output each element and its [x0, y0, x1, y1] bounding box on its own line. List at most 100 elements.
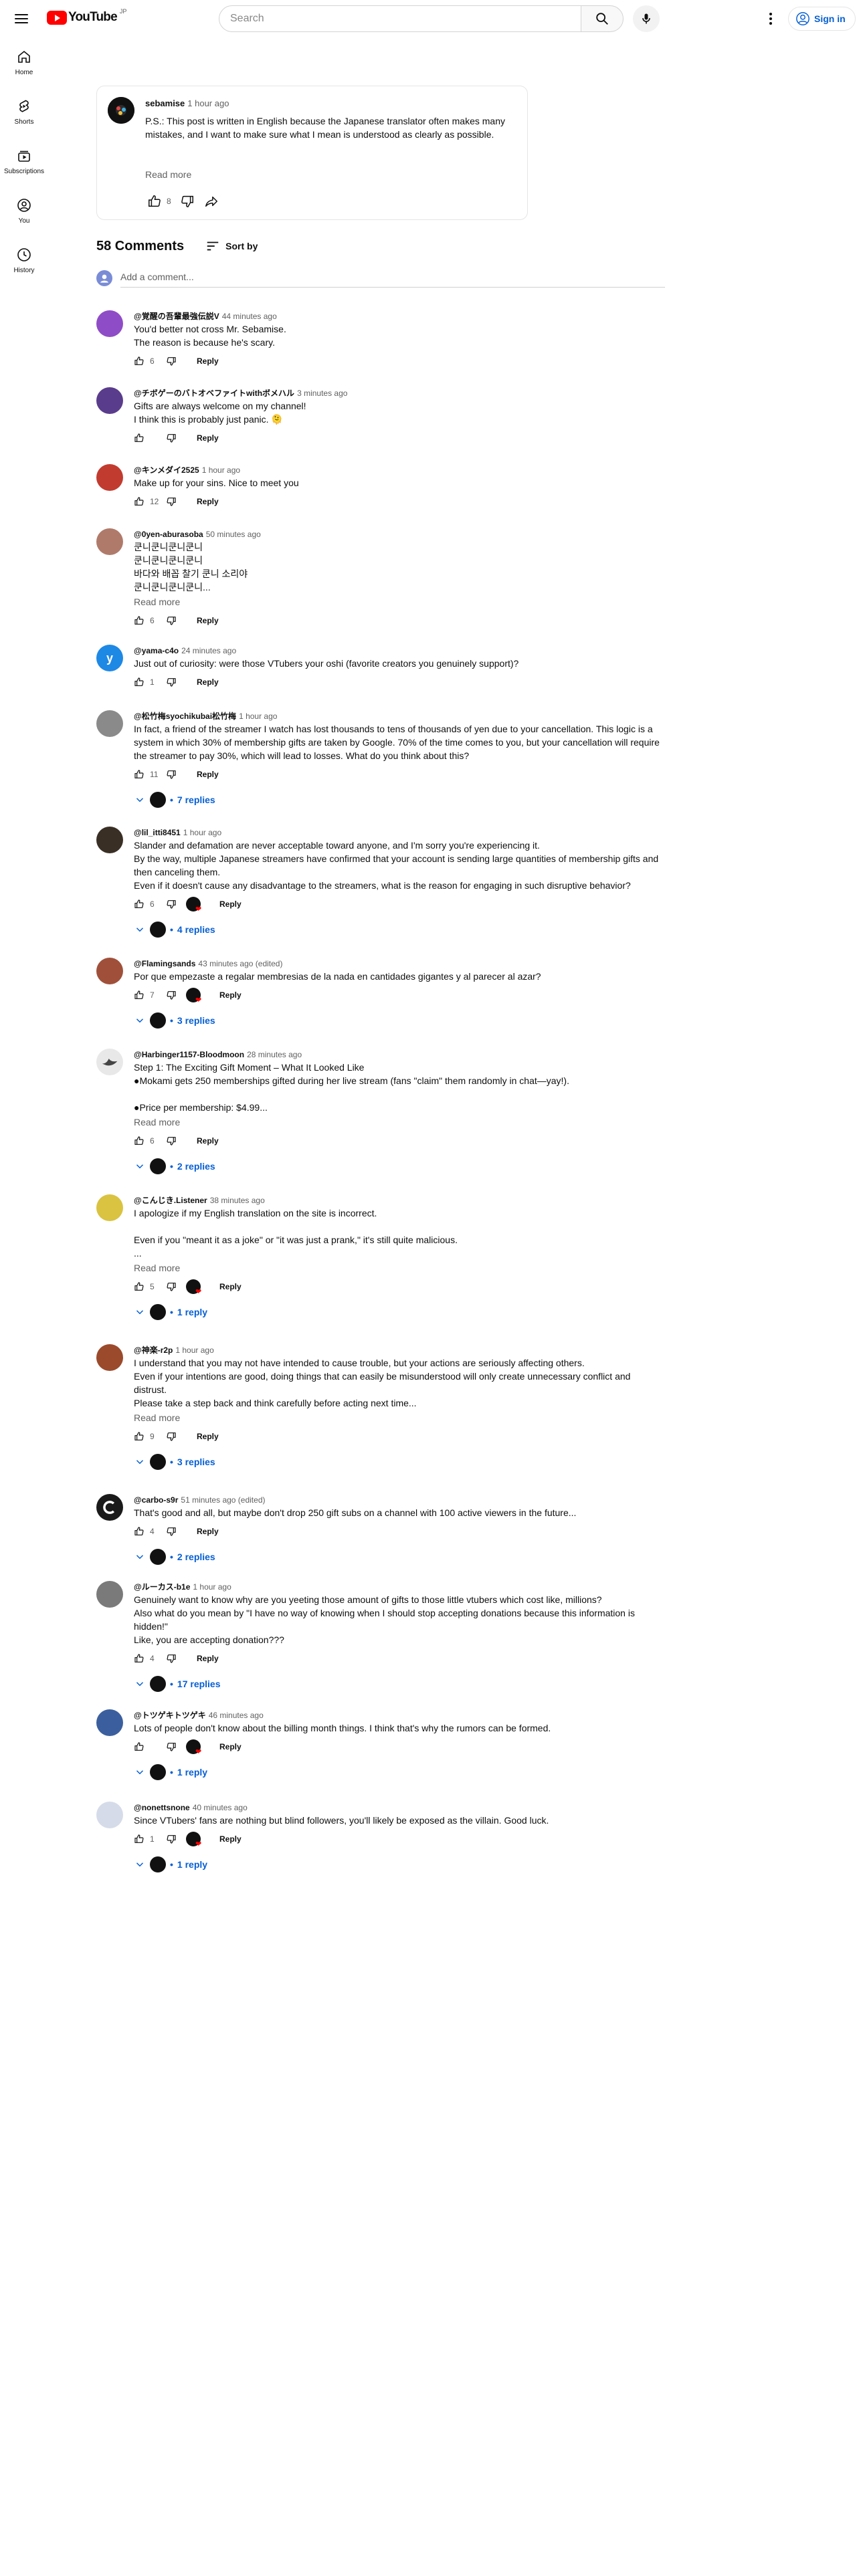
view-replies-button[interactable]: • 4 replies [134, 918, 665, 942]
comment-avatar[interactable] [96, 1802, 123, 1828]
comment-time[interactable]: 3 minutes ago [297, 389, 347, 398]
youtube-logo[interactable]: YouTube JP [47, 8, 126, 25]
dislike-button[interactable] [166, 1736, 182, 1757]
comment-time[interactable]: 1 hour ago [175, 1346, 213, 1355]
comment-time[interactable]: 43 minutes ago (edited) [198, 959, 282, 968]
reply-button[interactable]: Reply [191, 1428, 224, 1445]
like-button[interactable] [134, 1130, 150, 1152]
comment-time[interactable]: 28 minutes ago [247, 1050, 302, 1059]
dislike-button[interactable] [166, 610, 182, 631]
reply-button[interactable]: Reply [191, 612, 224, 629]
comment-author[interactable]: @神楽-r2p [134, 1346, 173, 1355]
reply-button[interactable]: Reply [214, 1738, 247, 1755]
dislike-button[interactable] [166, 1828, 182, 1850]
comment-avatar[interactable] [96, 1344, 123, 1371]
comment-time[interactable]: 1 hour ago [193, 1582, 231, 1592]
guide-item-history[interactable]: History [0, 235, 48, 285]
post-author-avatar[interactable] [108, 97, 134, 124]
read-more-button[interactable]: Read more [134, 595, 665, 609]
guide-item-shorts[interactable]: Shorts [0, 87, 48, 136]
view-replies-button[interactable]: • 3 replies [134, 1450, 665, 1474]
comment-avatar[interactable] [96, 827, 123, 853]
dislike-button[interactable] [166, 1130, 182, 1152]
dislike-button[interactable] [166, 491, 182, 512]
dislike-button[interactable] [166, 427, 182, 449]
post-share-button[interactable] [199, 189, 223, 213]
comment-author[interactable]: @carbo-s9r [134, 1495, 178, 1505]
comment-author[interactable]: @ルーカス-b1e [134, 1582, 190, 1592]
comment-author[interactable]: @トツゲキトツゲキ [134, 1711, 206, 1720]
dislike-button[interactable] [166, 764, 182, 785]
search-button[interactable] [581, 5, 624, 32]
settings-menu-button[interactable] [763, 11, 779, 27]
reply-button[interactable]: Reply [191, 1523, 224, 1540]
comment-time[interactable]: 40 minutes ago [193, 1803, 248, 1812]
read-more-button[interactable]: Read more [134, 1115, 665, 1129]
reply-button[interactable]: Reply [214, 895, 247, 913]
guide-item-subscriptions[interactable]: Subscriptions [0, 136, 48, 186]
view-replies-button[interactable]: • 3 replies [134, 1008, 665, 1033]
like-button[interactable] [134, 671, 150, 693]
comment-avatar[interactable] [96, 1049, 123, 1075]
add-comment-input[interactable]: Add a comment... [120, 272, 665, 288]
like-button[interactable] [134, 764, 150, 785]
dislike-button[interactable] [166, 984, 182, 1006]
comment-time[interactable]: 51 minutes ago (edited) [181, 1495, 265, 1505]
comment-author[interactable]: @キンメダイ2525 [134, 465, 199, 475]
post-dislike-button[interactable] [175, 189, 199, 213]
comment-avatar[interactable] [96, 1709, 123, 1736]
comment-time[interactable]: 24 minutes ago [181, 646, 236, 655]
reply-button[interactable]: Reply [214, 1278, 247, 1295]
comment-author[interactable]: @Harbinger1157-Bloodmoon [134, 1050, 244, 1059]
comment-avatar[interactable] [96, 1494, 123, 1521]
reply-button[interactable]: Reply [191, 766, 224, 783]
comment-avatar[interactable] [96, 1581, 123, 1608]
like-button[interactable] [134, 984, 150, 1006]
voice-search-button[interactable] [633, 5, 660, 32]
read-more-button[interactable]: Read more [134, 1411, 665, 1424]
post-time[interactable]: 1 hour ago [187, 98, 229, 108]
comment-author[interactable]: @nonettsnone [134, 1803, 190, 1812]
post-read-more[interactable]: Read more [145, 169, 191, 180]
reply-button[interactable]: Reply [191, 493, 224, 510]
view-replies-button[interactable]: • 2 replies [134, 1545, 665, 1569]
reply-button[interactable]: Reply [191, 1132, 224, 1150]
comment-author[interactable]: @松竹梅syochikubai松竹梅 [134, 712, 236, 721]
reply-button[interactable]: Reply [191, 352, 224, 370]
comment-author[interactable]: @lil_itti8451 [134, 828, 181, 837]
comment-time[interactable]: 1 hour ago [202, 465, 240, 475]
comment-avatar[interactable] [96, 958, 123, 984]
like-button[interactable] [134, 1828, 150, 1850]
view-replies-button[interactable]: • 2 replies [134, 1154, 665, 1178]
comment-avatar[interactable] [96, 528, 123, 555]
post-author-name[interactable]: sebamise [145, 98, 185, 108]
like-button[interactable] [134, 1276, 150, 1297]
sign-in-button[interactable]: Sign in [788, 7, 856, 31]
dislike-button[interactable] [166, 1276, 182, 1297]
dislike-button[interactable] [166, 671, 182, 693]
comment-time[interactable]: 46 minutes ago [209, 1711, 264, 1720]
comment-time[interactable]: 50 minutes ago [206, 530, 261, 539]
guide-menu-button[interactable] [13, 11, 29, 27]
dislike-button[interactable] [166, 1521, 182, 1542]
dislike-button[interactable] [166, 1426, 182, 1447]
comment-avatar[interactable] [96, 1194, 123, 1221]
like-button[interactable] [134, 1521, 150, 1542]
read-more-button[interactable]: Read more [134, 1261, 665, 1275]
comment-author[interactable]: @覚醒の吾輩最強伝説V [134, 312, 219, 321]
reply-button[interactable]: Reply [191, 1650, 224, 1667]
view-replies-button[interactable]: • 7 replies [134, 788, 665, 812]
comment-author[interactable]: @0yen-aburasoba [134, 530, 203, 539]
dislike-button[interactable] [166, 893, 182, 915]
comment-avatar[interactable] [96, 464, 123, 491]
dislike-button[interactable] [166, 350, 182, 372]
like-button[interactable] [134, 491, 150, 512]
comment-avatar[interactable] [96, 310, 123, 337]
like-button[interactable] [134, 1648, 150, 1669]
comment-author[interactable]: @yama-c4o [134, 646, 179, 655]
sort-by-button[interactable]: Sort by [205, 239, 258, 253]
reply-button[interactable]: Reply [191, 673, 224, 691]
guide-item-home[interactable]: Home [0, 37, 48, 87]
comment-avatar[interactable] [96, 387, 123, 414]
comment-avatar[interactable] [96, 710, 123, 737]
